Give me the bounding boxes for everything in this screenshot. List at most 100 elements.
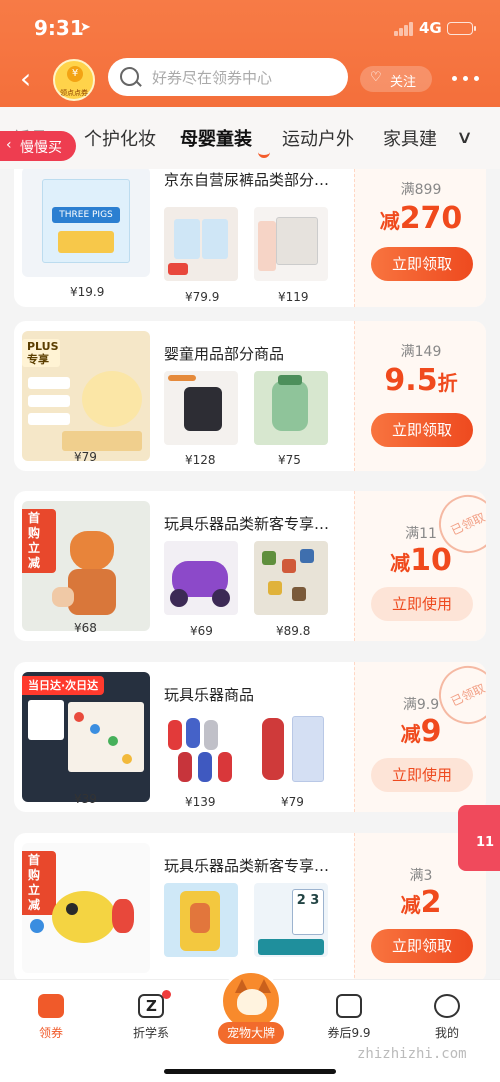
amount-prefix: 减 — [390, 551, 411, 575]
amount-value: 10 — [410, 543, 452, 578]
coupon-card[interactable]: 首购 立减 玩具乐器品类新客专享… 2 3 满3 减2 立即领取 — [14, 833, 486, 979]
nav-label: 折学系 — [132, 1026, 169, 1040]
product-thumb[interactable] — [254, 541, 328, 615]
use-button[interactable]: 立即使用 — [371, 758, 473, 792]
user-icon — [434, 994, 460, 1018]
tab-sports[interactable]: 运动户外 — [282, 125, 354, 151]
chevron-down-icon[interactable]: ∨ — [456, 127, 473, 148]
product-thumb[interactable] — [164, 371, 238, 445]
product-thumb[interactable] — [164, 712, 238, 786]
price-tag-icon — [336, 994, 362, 1018]
main-price: ¥79 — [74, 450, 97, 464]
product-price: ¥89.8 — [276, 624, 311, 638]
nav-after-coupon[interactable]: 券后9.9 — [314, 994, 384, 1041]
amount-value: 2 — [420, 885, 442, 920]
heart-icon: ♡ — [370, 70, 382, 85]
coupon-card[interactable]: 当日达·次日达 ¥39 玩具乐器商品 ¥139 ¥79 已领取 满9.9 减9 … — [14, 662, 486, 812]
use-button[interactable]: 立即使用 — [371, 587, 473, 621]
follow-label: 关注 — [390, 75, 417, 90]
coupon-action-area: 满149 9.5折 立即领取 — [354, 321, 486, 471]
back-icon[interactable]: ‹ — [20, 64, 42, 94]
product-thumb[interactable] — [254, 207, 328, 281]
main-tag: PLUS 专享 — [22, 339, 60, 367]
top-header: 9:31 ➤ 4G ‹ ¥ 领点点券 好券尽在领券中心 ♡ 关注 — [0, 0, 500, 107]
main-tag: 首购 立减 — [22, 509, 56, 573]
coupon-card[interactable]: PLUS 专享 ¥79 婴童用品部分商品 ¥128 ¥75 满149 9.5折 … — [14, 321, 486, 471]
amount-suffix: 折 — [437, 371, 458, 395]
coupon-title: 婴童用品部分商品 — [164, 345, 285, 363]
main-tag: 首购 立减 — [22, 851, 56, 915]
product-thumb[interactable] — [164, 541, 238, 615]
location-arrow-icon: ➤ — [80, 20, 91, 35]
coupon-condition: 满149 — [400, 344, 442, 360]
network-type: 4G — [419, 19, 442, 37]
app-logo[interactable]: ¥ 领点点券 — [53, 59, 95, 101]
status-time: 9:31 — [34, 16, 84, 40]
watermark: zhizhizhi.com — [357, 1046, 467, 1062]
nav-discount-school[interactable]: Z 折学系 — [116, 990, 186, 1041]
battery-icon — [447, 22, 476, 35]
nav-my[interactable]: 我的 — [412, 994, 482, 1041]
nav-label: 券后9.9 — [327, 1026, 371, 1040]
coupon-amount: 减270 — [355, 201, 486, 236]
main-price: ¥68 — [74, 621, 97, 635]
nav-label: 领券 — [38, 1026, 63, 1040]
search-icon — [120, 67, 139, 86]
product-image-diapers[interactable]: THREE PIGS — [22, 169, 150, 277]
product-price: ¥128 — [185, 453, 216, 467]
signal-icon — [394, 22, 414, 36]
logo-text: 领点点券 — [60, 89, 88, 97]
product-image-sterilizer[interactable]: PLUS 专享 — [22, 331, 150, 461]
search-input[interactable]: 好券尽在领券中心 — [108, 58, 348, 96]
product-thumb[interactable] — [164, 207, 238, 281]
claim-button[interactable]: 立即领取 — [371, 929, 473, 963]
promo-float-button[interactable]: 11 — [458, 805, 500, 871]
main-tag: 当日达·次日达 — [22, 676, 105, 695]
coupon-title: 玩具乐器品类新客专享… — [164, 515, 330, 533]
more-icon[interactable] — [452, 72, 482, 86]
amount-value: 270 — [399, 201, 463, 236]
tab-furniture[interactable]: 家具建 — [383, 125, 437, 151]
product-thumb[interactable]: 2 3 — [254, 883, 328, 957]
follow-button[interactable]: ♡ 关注 — [360, 66, 432, 92]
product-image-fox-toy[interactable]: 首购 立减 — [22, 501, 150, 631]
chevron-left-icon: ‹ — [6, 137, 12, 153]
coupon-amount: 减9 — [355, 714, 486, 749]
product-thumb[interactable] — [254, 371, 328, 445]
coupon-action-area: 已领取 满9.9 减9 立即使用 — [354, 662, 486, 812]
coupon-icon — [38, 994, 64, 1018]
claim-button[interactable]: 立即领取 — [371, 413, 473, 447]
amount-value: 9 — [420, 714, 442, 749]
coupon-title: 玩具乐器品类新客专享… — [164, 857, 330, 875]
coupon-card[interactable]: THREE PIGS ¥19.9 京东自营尿裤品类部分… ¥79.9 ¥119 … — [14, 169, 486, 307]
coin-icon: ¥ — [67, 66, 83, 82]
claim-button[interactable]: 立即领取 — [371, 247, 473, 281]
product-image-learning-board[interactable]: 当日达·次日达 — [22, 672, 150, 802]
manmanmai-badge[interactable]: ‹ 慢慢买 — [0, 131, 76, 161]
tab-personal-care[interactable]: 个护化妆 — [84, 125, 156, 151]
product-image-coloring-book[interactable]: 首购 立减 — [22, 843, 150, 973]
coupon-amount: 减2 — [355, 885, 486, 920]
nav-pet-brand-label[interactable]: 宠物大牌 — [218, 1022, 284, 1044]
coupon-condition: 满9.9 — [402, 697, 440, 713]
product-price: ¥119 — [278, 290, 309, 304]
coupon-card[interactable]: 首购 立减 ¥68 玩具乐器品类新客专享… ¥69 ¥89.8 已领取 满11 … — [14, 491, 486, 641]
product-thumb[interactable] — [164, 883, 238, 957]
product-price: ¥139 — [185, 795, 216, 809]
product-price: ¥79 — [281, 795, 304, 809]
amount-prefix: 减 — [400, 722, 421, 746]
bottom-nav: 领券 Z 折学系 宠物大牌 券后9.9 我的 — [0, 970, 500, 1082]
nav-label: 我的 — [434, 1026, 459, 1040]
coupon-action-area: 已领取 满11 减10 立即使用 — [354, 491, 486, 641]
coupon-condition: 满899 — [400, 182, 442, 198]
active-tab-indicator — [258, 152, 270, 158]
coupon-amount: 9.5折 — [355, 363, 486, 398]
coupon-list: THREE PIGS ¥19.9 京东自营尿裤品类部分… ¥79.9 ¥119 … — [0, 169, 500, 979]
nav-coupons[interactable]: 领券 — [16, 994, 86, 1041]
main-price: ¥19.9 — [70, 285, 105, 299]
tab-mother-baby[interactable]: 母婴童装 — [180, 125, 252, 151]
product-thumb[interactable] — [254, 712, 328, 786]
home-indicator[interactable] — [164, 1069, 336, 1074]
coupon-amount: 减10 — [355, 543, 486, 578]
z-logo-icon: Z — [138, 990, 171, 1018]
